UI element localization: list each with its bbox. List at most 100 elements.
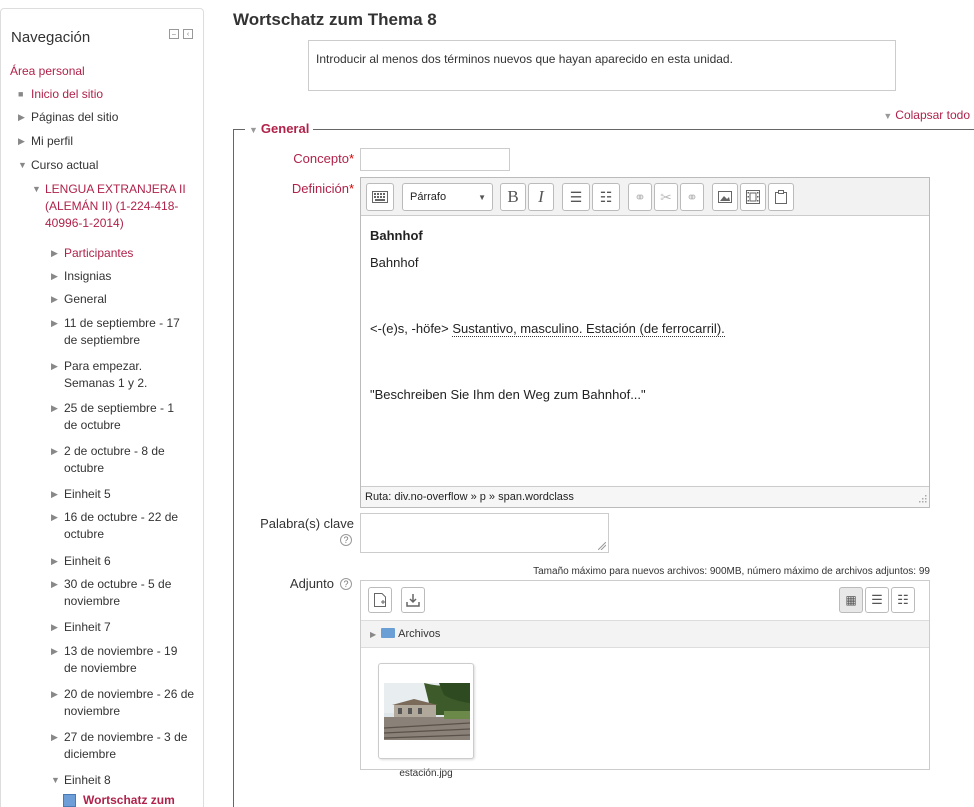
toolbar-toggle-button[interactable] bbox=[366, 183, 394, 211]
editor-line: Bahnhof bbox=[370, 255, 419, 270]
nav-item-unit[interactable]: ▶ Einheit 7 bbox=[51, 619, 191, 636]
caret-right-icon: ▶ bbox=[51, 403, 58, 413]
add-file-button[interactable] bbox=[368, 587, 392, 613]
definition-label: Definición* bbox=[291, 181, 354, 196]
italic-button[interactable]: I bbox=[528, 183, 554, 211]
caret-right-icon: ▶ bbox=[51, 446, 58, 456]
file-manager: ▦ ☰ ☷ ▶ Archivos estación.jpg bbox=[360, 580, 930, 779]
paragraph-format-select[interactable]: Párrafo ▼ bbox=[402, 183, 493, 211]
nav-item-general[interactable]: ▶ General bbox=[51, 291, 201, 308]
insert-image-button[interactable] bbox=[712, 183, 738, 211]
page-title: Wortschatz zum Thema 8 bbox=[233, 10, 437, 29]
editor-path-bar: Ruta: div.no-overflow » p » span.wordcla… bbox=[361, 486, 929, 507]
clipboard-icon bbox=[775, 190, 787, 204]
headword: Bahnhof bbox=[370, 228, 423, 243]
intro-box: Introducir al menos dos términos nuevos … bbox=[308, 40, 896, 91]
bullet-icon: ■ bbox=[18, 89, 24, 99]
caret-down-icon: ▼ bbox=[18, 160, 27, 170]
caret-down-icon: ▼ bbox=[32, 184, 41, 194]
nav-item-week[interactable]: ▶ 30 de octubre - 5 de noviembre bbox=[51, 576, 191, 610]
attachment-label: Adjunto bbox=[289, 576, 334, 591]
download-all-button[interactable] bbox=[401, 587, 425, 613]
anchor-button[interactable]: ⚭ bbox=[680, 183, 704, 211]
caret-right-icon: ▶ bbox=[51, 732, 58, 742]
collapse-all-link[interactable]: ▼ Colapsar todo bbox=[883, 108, 970, 122]
nav-item-current-course[interactable]: ▼ Curso actual bbox=[18, 157, 98, 174]
nav-item-site-pages[interactable]: ▶ Páginas del sitio bbox=[18, 109, 118, 126]
nav-item-week[interactable]: ▶ 11 de septiembre - 17 de septiembre bbox=[51, 315, 186, 349]
section-toggle-general[interactable]: ▼ General bbox=[245, 121, 314, 136]
keyboard-icon bbox=[372, 191, 388, 203]
keywords-textarea[interactable] bbox=[360, 513, 609, 553]
editor-content-area[interactable]: Bahnhof Bahnhof <-(e)s, -höfe> Sustantiv… bbox=[361, 216, 929, 487]
nav-item-course[interactable]: ▼ LENGUA EXTRANJERA II (ALEMÁN II) (1-224… bbox=[32, 181, 200, 232]
nav-item-week[interactable]: ▶ 16 de octubre - 22 de octubre bbox=[51, 509, 191, 543]
manage-files-button[interactable] bbox=[768, 183, 794, 211]
film-icon bbox=[746, 190, 760, 204]
caret-right-icon: ▶ bbox=[51, 556, 58, 566]
collapse-block-icon[interactable]: – bbox=[169, 29, 179, 39]
upload-limits-note: Tamaño máximo para nuevos archivos: 900M… bbox=[533, 566, 930, 577]
view-tree-button[interactable]: ☷ bbox=[891, 587, 915, 613]
nav-item-badges[interactable]: ▶ Insignias bbox=[51, 268, 201, 285]
folder-path-bar[interactable]: ▶ Archivos bbox=[361, 621, 929, 648]
nav-item-unit[interactable]: ▶ Einheit 5 bbox=[51, 486, 186, 503]
nav-item-my-profile[interactable]: ▶ Mi perfil bbox=[18, 133, 73, 150]
navigation-header: Navegación – ‹ bbox=[1, 9, 203, 49]
tree-view-icon: ☷ bbox=[897, 592, 909, 607]
caret-right-icon: ▶ bbox=[18, 136, 25, 146]
navigation-title: Navegación bbox=[11, 29, 91, 46]
anchor-link-icon: ⚭ bbox=[686, 188, 698, 205]
view-list-button[interactable]: ☰ bbox=[865, 587, 889, 613]
nav-item-week[interactable]: ▶ 13 de noviembre - 19 de noviembre bbox=[51, 643, 191, 677]
block-controls: – ‹ bbox=[169, 29, 193, 39]
resize-handle-icon[interactable] bbox=[917, 495, 927, 505]
view-icons-button[interactable]: ▦ bbox=[839, 587, 863, 613]
editor-toolbar: Párrafo ▼ B I ☰ ☷ ⚭ ✂ ⚭ bbox=[361, 178, 929, 216]
glossary-icon bbox=[63, 794, 76, 807]
insert-media-button[interactable] bbox=[740, 183, 766, 211]
unlink-button[interactable]: ✂ bbox=[654, 183, 678, 211]
concept-label: Concepto* bbox=[293, 151, 354, 166]
resize-handle-icon[interactable] bbox=[598, 542, 606, 550]
caret-right-icon: ▶ bbox=[51, 489, 58, 499]
bullet-list-icon: ☰ bbox=[569, 188, 583, 205]
file-thumbnail[interactable] bbox=[378, 663, 474, 759]
nav-item-week[interactable]: ▶ 20 de noviembre - 26 de noviembre bbox=[51, 686, 196, 720]
bullet-list-button[interactable]: ☰ bbox=[562, 183, 590, 211]
file-name-label: estación.jpg bbox=[399, 768, 453, 779]
add-file-icon bbox=[374, 593, 386, 607]
nav-item-week[interactable]: ▶ 27 de noviembre - 3 de diciembre bbox=[51, 729, 196, 763]
help-icon[interactable]: ? bbox=[340, 534, 352, 546]
grammar-line: <-(e)s, -höfe> Sustantivo, masculino. Es… bbox=[370, 321, 725, 337]
help-icon[interactable]: ? bbox=[340, 578, 352, 590]
dock-block-icon[interactable]: ‹ bbox=[183, 29, 193, 39]
caret-right-icon: ▶ bbox=[51, 689, 58, 699]
nav-item-week[interactable]: ▶ 2 de octubre - 8 de octubre bbox=[51, 443, 186, 477]
nav-item-participants[interactable]: ▶ Participantes bbox=[51, 245, 201, 262]
required-marker: * bbox=[348, 181, 354, 196]
nav-item-current-activity[interactable]: Wortschatz zum bbox=[63, 792, 203, 807]
caret-right-icon: ▶ bbox=[51, 512, 58, 522]
list-view-icon: ☰ bbox=[871, 592, 883, 607]
nav-item-site-home[interactable]: ■ Inicio del sitio bbox=[18, 86, 103, 103]
numbered-list-button[interactable]: ☷ bbox=[592, 183, 620, 211]
caret-down-icon: ▼ bbox=[883, 111, 893, 121]
chevron-down-icon: ▼ bbox=[478, 193, 486, 202]
unlink-icon: ✂ bbox=[660, 188, 672, 205]
caret-down-icon: ▼ bbox=[51, 775, 60, 785]
nav-item-unit[interactable]: ▶ Einheit 6 bbox=[51, 553, 191, 570]
grid-view-icon: ▦ bbox=[845, 593, 857, 607]
nav-item-week[interactable]: ▶ 25 de septiembre - 1 de octubre bbox=[51, 400, 186, 434]
caret-right-icon: ▶ bbox=[51, 579, 58, 589]
concept-input[interactable] bbox=[360, 148, 510, 171]
file-manager-toolbar: ▦ ☰ ☷ bbox=[361, 581, 929, 621]
folder-icon bbox=[381, 628, 396, 638]
bold-button[interactable]: B bbox=[500, 183, 526, 211]
link-button[interactable]: ⚭ bbox=[628, 183, 652, 211]
numbered-list-icon: ☷ bbox=[599, 188, 613, 205]
caret-right-icon: ▶ bbox=[51, 361, 58, 371]
nav-item-unit[interactable]: ▼ Einheit 8 bbox=[51, 772, 191, 789]
nav-item-week[interactable]: ▶ Para empezar. Semanas 1 y 2. bbox=[51, 358, 186, 392]
nav-personal-area-link[interactable]: Área personal bbox=[10, 63, 85, 80]
